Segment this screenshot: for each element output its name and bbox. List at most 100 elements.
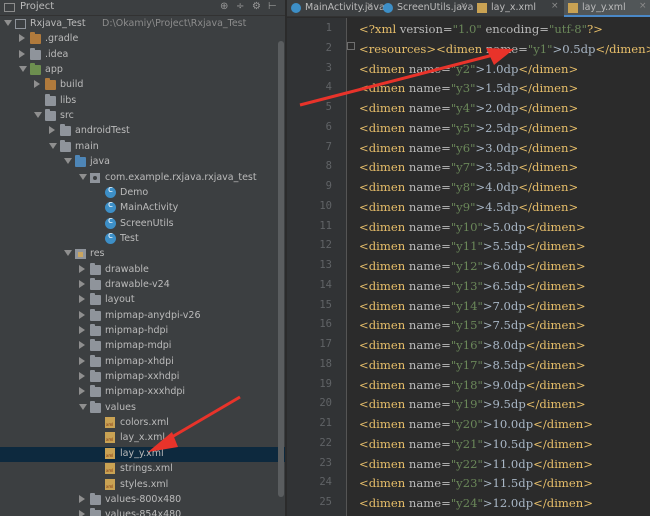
- chevron-down-icon[interactable]: [34, 112, 42, 119]
- tree-item[interactable]: res: [0, 247, 285, 262]
- close-icon[interactable]: ×: [460, 1, 468, 11]
- tree-item[interactable]: Test: [0, 231, 285, 247]
- tree-item[interactable]: mipmap-anydpi-v26: [0, 308, 285, 324]
- chevron-right-icon[interactable]: [79, 310, 85, 319]
- gear-icon[interactable]: ⚙: [252, 1, 261, 12]
- code-line[interactable]: <dimen name="y21">10.5dp</dimen>: [359, 437, 593, 451]
- code-line[interactable]: <?xml version="1.0" encoding="utf-8"?>: [359, 22, 603, 36]
- editor-tab[interactable]: MainActivity.java ×: [287, 0, 385, 17]
- code-line[interactable]: <dimen name="y15">7.5dp</dimen>: [359, 318, 586, 332]
- tree-item[interactable]: drawable: [0, 262, 285, 278]
- chevron-right-icon[interactable]: [79, 356, 85, 365]
- code-line[interactable]: <dimen name="y22">11.0dp</dimen>: [359, 457, 593, 471]
- code-line[interactable]: <dimen name="y16">8.0dp</dimen>: [359, 338, 586, 352]
- tree-item[interactable]: mipmap-xhdpi: [0, 354, 285, 370]
- tree-item[interactable]: mipmap-mdpi: [0, 339, 285, 354]
- tree-item[interactable]: values-800x480: [0, 492, 285, 508]
- code-line[interactable]: <dimen name="y4">2.0dp</dimen>: [359, 101, 578, 115]
- chevron-right-icon[interactable]: [79, 372, 85, 381]
- code-line[interactable]: <dimen name="y20">10.0dp</dimen>: [359, 417, 593, 431]
- scrollbar-thumb[interactable]: [278, 41, 284, 497]
- code-line[interactable]: <dimen name="y23">11.5dp</dimen>: [359, 476, 593, 490]
- tree-item[interactable]: strings.xml: [0, 462, 285, 477]
- hide-panel-icon[interactable]: ⊢: [268, 1, 277, 12]
- tree-item[interactable]: styles.xml: [0, 478, 285, 493]
- chevron-down-icon[interactable]: [49, 142, 57, 149]
- tree-item[interactable]: colors.xml: [0, 416, 285, 431]
- tree-item[interactable]: androidTest: [0, 124, 285, 139]
- chevron-right-icon[interactable]: [49, 126, 55, 135]
- code-line[interactable]: <dimen name="y18">9.0dp</dimen>: [359, 378, 586, 392]
- tree-item[interactable]: ScreenUtils: [0, 216, 285, 232]
- close-icon[interactable]: ×: [639, 1, 647, 11]
- code-line[interactable]: <resources><dimen name="y1">0.5dp</dimen…: [359, 42, 650, 56]
- code-line[interactable]: <dimen name="y12">6.0dp</dimen>: [359, 259, 586, 273]
- chevron-right-icon[interactable]: [79, 295, 85, 304]
- chevron-right-icon[interactable]: [79, 494, 85, 503]
- project-tree-scrollbar[interactable]: [278, 17, 284, 516]
- chevron-right-icon[interactable]: [19, 49, 25, 58]
- chevron-right-icon[interactable]: [79, 510, 85, 516]
- code-line[interactable]: <dimen name="y9">4.5dp</dimen>: [359, 200, 578, 214]
- chevron-right-icon[interactable]: [34, 80, 40, 89]
- chevron-down-icon[interactable]: [79, 403, 87, 410]
- code-token: >3.0dp: [475, 140, 519, 155]
- tree-item[interactable]: .idea: [0, 47, 285, 63]
- code-line[interactable]: <dimen name="y19">9.5dp</dimen>: [359, 397, 586, 411]
- tree-item[interactable]: lay_x.xml: [0, 431, 285, 446]
- tree-item[interactable]: mipmap-xxxhdpi: [0, 385, 285, 400]
- chevron-down-icon[interactable]: [64, 250, 72, 257]
- tree-item[interactable]: mipmap-xxhdpi: [0, 370, 285, 385]
- tree-item[interactable]: MainActivity: [0, 200, 285, 216]
- chevron-down-icon[interactable]: [4, 20, 12, 26]
- chevron-right-icon[interactable]: [79, 264, 85, 273]
- code-line[interactable]: <dimen name="y8">4.0dp</dimen>: [359, 180, 578, 194]
- chevron-down-icon[interactable]: [64, 158, 72, 165]
- close-icon[interactable]: ×: [551, 1, 559, 11]
- code-line[interactable]: <dimen name="y6">3.0dp</dimen>: [359, 141, 578, 155]
- tree-item[interactable]: com.example.rxjava.rxjava_test: [0, 171, 285, 186]
- code-line[interactable]: <dimen name="y17">8.5dp</dimen>: [359, 358, 586, 372]
- tree-item[interactable]: libs: [0, 93, 285, 109]
- editor-tab[interactable]: lay_y.xml ×: [564, 0, 650, 17]
- code-line[interactable]: <dimen name="y11">5.5dp</dimen>: [359, 239, 586, 253]
- sync-icon[interactable]: ⊕: [220, 1, 228, 12]
- close-icon[interactable]: ×: [366, 1, 374, 11]
- tree-item[interactable]: Rxjava_Test D:\Okamiy\Project\Rxjava_Test: [0, 17, 285, 32]
- tree-item[interactable]: values-854x480: [0, 508, 285, 516]
- editor-tab[interactable]: ScreenUtils.java ×: [379, 0, 474, 17]
- code-line[interactable]: <dimen name="y13">6.5dp</dimen>: [359, 279, 586, 293]
- chevron-right-icon[interactable]: [79, 326, 85, 334]
- collapse-icon[interactable]: ÷: [236, 1, 244, 12]
- tree-item[interactable]: main: [0, 139, 285, 155]
- tree-item[interactable]: mipmap-hdpi: [0, 324, 285, 339]
- chevron-down-icon[interactable]: [79, 173, 87, 180]
- tree-item[interactable]: drawable-v24: [0, 277, 285, 293]
- tree-item[interactable]: java: [0, 155, 285, 170]
- code-line[interactable]: <dimen name="y5">2.5dp</dimen>: [359, 121, 578, 135]
- code-token: name=: [408, 476, 451, 491]
- code-line[interactable]: <dimen name="y10">5.0dp</dimen>: [359, 220, 586, 234]
- chevron-down-icon[interactable]: [19, 66, 27, 73]
- chevron-right-icon[interactable]: [79, 279, 85, 288]
- project-panel-title[interactable]: Project: [20, 1, 54, 12]
- fold-marker-icon[interactable]: [347, 42, 355, 50]
- tree-item[interactable]: .gradle: [0, 32, 285, 47]
- editor-tab[interactable]: lay_x.xml ×: [473, 0, 562, 17]
- code-token: </dimen>: [533, 436, 593, 451]
- code-line[interactable]: <dimen name="y7">3.5dp</dimen>: [359, 160, 578, 174]
- code-line[interactable]: <dimen name="y3">1.5dp</dimen>: [359, 81, 578, 95]
- tree-item[interactable]: app: [0, 63, 285, 78]
- code-line[interactable]: <dimen name="y24">12.0dp</dimen>: [359, 496, 593, 510]
- chevron-right-icon[interactable]: [79, 387, 85, 396]
- tree-item[interactable]: build: [0, 78, 285, 93]
- tree-item[interactable]: lay_y.xml: [0, 446, 285, 463]
- code-line[interactable]: <dimen name="y14">7.0dp</dimen>: [359, 299, 586, 313]
- tree-item[interactable]: values: [0, 400, 285, 416]
- tree-item[interactable]: Demo: [0, 185, 285, 201]
- chevron-right-icon[interactable]: [19, 34, 25, 43]
- tree-item[interactable]: src: [0, 109, 285, 124]
- code-line[interactable]: <dimen name="y2">1.0dp</dimen>: [359, 62, 578, 76]
- tree-item[interactable]: layout: [0, 293, 285, 308]
- chevron-right-icon[interactable]: [79, 341, 85, 350]
